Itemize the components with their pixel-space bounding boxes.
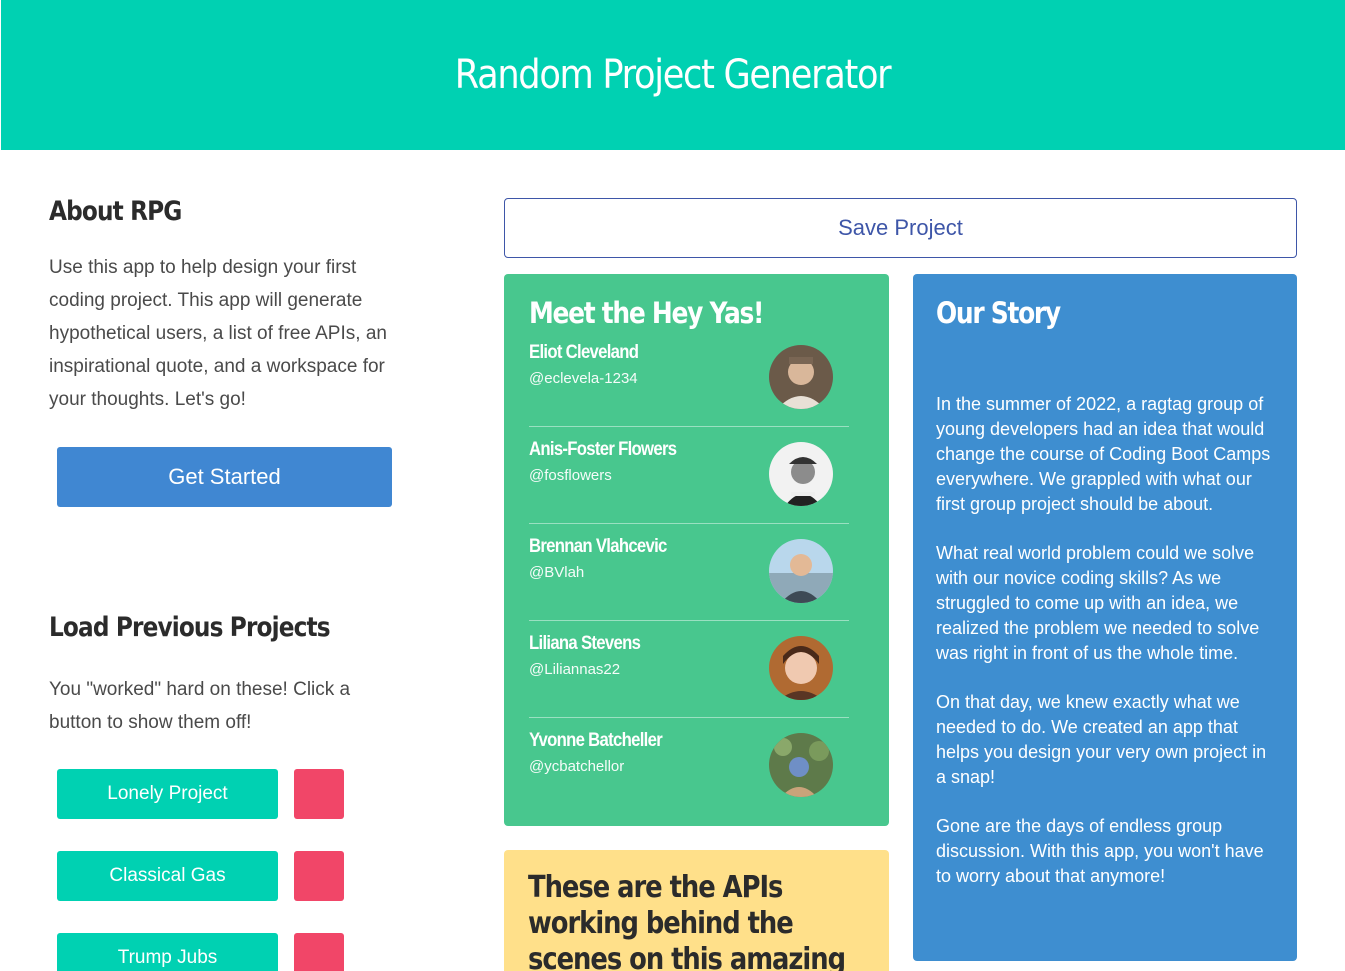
member-handle: @BVlah [529, 564, 585, 581]
page-header: Random Project Generator [1, 0, 1345, 150]
story-title: Our Story [936, 296, 1061, 330]
delete-project-button[interactable] [294, 769, 344, 819]
avatar [769, 636, 833, 700]
story-card: Our Story In the summer of 2022, a ragta… [913, 274, 1297, 961]
about-text: Use this app to help design your first c… [49, 257, 387, 410]
delete-project-button[interactable] [294, 851, 344, 901]
story-paragraph: On that day, we knew exactly what we nee… [936, 692, 1267, 787]
load-project-button[interactable]: Classical Gas [57, 851, 278, 901]
delete-project-button[interactable] [294, 933, 344, 971]
avatar [769, 345, 833, 409]
load-projects-title: Load Previous Projects [49, 612, 331, 643]
project-row: Trump Jubs [57, 933, 344, 971]
story-paragraph: In the summer of 2022, a ragtag group of… [936, 394, 1271, 514]
member-name: Yvonne Batcheller [529, 730, 663, 751]
get-started-button[interactable]: Get Started [57, 447, 392, 507]
team-member: Brennan Vlahcevic @BVlah [529, 524, 849, 621]
project-row: Lonely Project [57, 769, 344, 819]
member-name: Liliana Stevens [529, 633, 641, 654]
member-handle: @fosflowers [529, 467, 612, 484]
avatar [769, 442, 833, 506]
apis-title: These are the APIs working behind the sc… [528, 870, 846, 971]
project-row: Classical Gas [57, 851, 344, 901]
team-member: Eliot Cleveland @eclevela-1234 [529, 330, 849, 427]
team-title: Meet the Hey Yas! [529, 296, 764, 330]
member-name: Brennan Vlahcevic [529, 536, 667, 557]
apis-card: These are the APIs working behind the sc… [504, 850, 889, 971]
member-handle: @eclevela-1234 [529, 370, 638, 387]
about-title: About RPG [49, 196, 182, 227]
team-member: Liliana Stevens @Liliannas22 [529, 621, 849, 718]
member-name: Eliot Cleveland [529, 342, 639, 363]
story-paragraph: What real world problem could we solve w… [936, 543, 1260, 663]
team-card: Meet the Hey Yas! Eliot Cleveland @eclev… [504, 274, 889, 826]
about-section: About RPG Use this app to help design yo… [49, 196, 394, 416]
member-name: Anis-Foster Flowers [529, 439, 677, 460]
member-handle: @Liliannas22 [529, 661, 621, 678]
avatar [769, 733, 833, 797]
load-project-button[interactable]: Lonely Project [57, 769, 278, 819]
page-title: Random Project Generator [455, 52, 892, 98]
member-handle: @ycbatchellor [529, 758, 625, 775]
team-member: Yvonne Batcheller @ycbatchellor [529, 718, 849, 815]
story-paragraph: Gone are the days of endless group discu… [936, 816, 1264, 886]
team-member: Anis-Foster Flowers @fosflowers [529, 427, 849, 524]
load-projects-text: You "worked" hard on these! Click a butt… [49, 679, 351, 733]
save-project-button[interactable]: Save Project [504, 198, 1297, 258]
load-project-button[interactable]: Trump Jubs [57, 933, 278, 971]
avatar [769, 539, 833, 603]
